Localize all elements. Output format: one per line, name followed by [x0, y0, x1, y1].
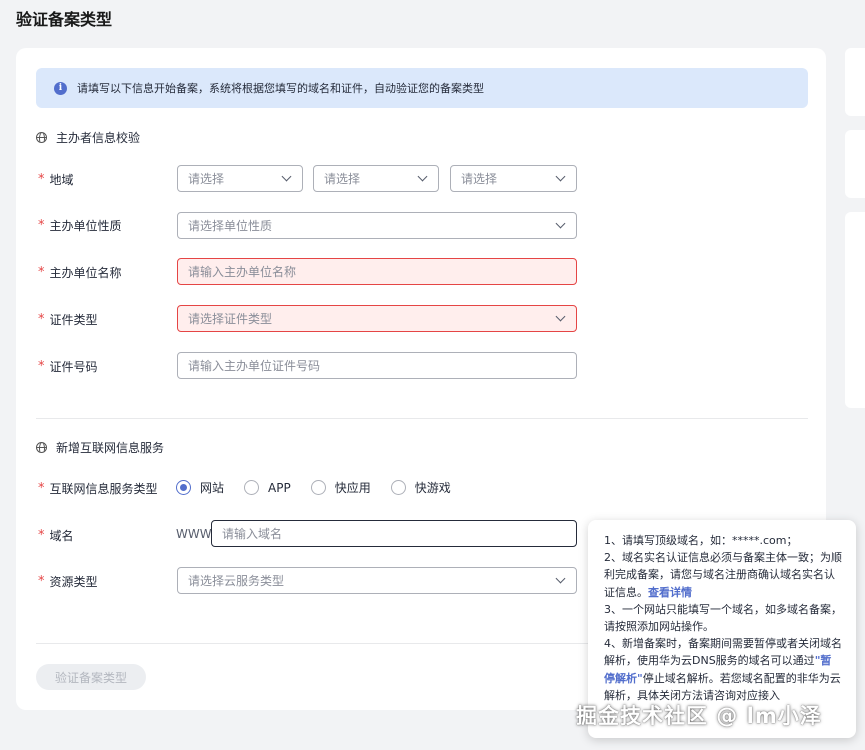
resource-type-select[interactable]: 请选择云服务类型 [177, 567, 577, 594]
view-details-link[interactable]: 查看详情 [648, 586, 692, 599]
label-cert-type: * 证件类型 [38, 311, 98, 328]
required-mark: * [38, 481, 45, 496]
chevron-down-icon [555, 218, 566, 229]
label-text: 地域 [49, 173, 74, 187]
tooltip-line: 1、请填写顶级域名，如：*****.com； [604, 534, 798, 547]
chevron-down-icon [417, 171, 428, 182]
globe-icon [36, 132, 47, 143]
tooltip-text: 4、新增备案时，备案期间需要暂停或者关闭域名解析，使用华为云DNS服务的域名可以… [604, 637, 842, 668]
section-divider [36, 418, 808, 419]
chevron-down-icon [281, 171, 292, 182]
globe-icon [36, 442, 47, 453]
radio-unchecked-icon [310, 480, 326, 495]
label-text: 证件类型 [49, 313, 98, 327]
chevron-down-icon [555, 171, 566, 182]
region-district-select[interactable]: 请选择 [450, 165, 577, 192]
radio-label: 快应用 [334, 481, 371, 495]
unit-nature-select[interactable]: 请选择单位性质 [177, 212, 577, 239]
required-mark: * [38, 574, 45, 589]
label-resource-type: * 资源类型 [38, 573, 98, 590]
label-text: 主办单位性质 [49, 219, 122, 233]
label-region: * 地域 [38, 171, 74, 188]
page-title: 验证备案类型 [16, 10, 113, 29]
label-unit-nature: * 主办单位性质 [38, 217, 122, 234]
input-placeholder: 请输入主办单位名称 [188, 265, 297, 279]
select-placeholder: 请选择证件类型 [188, 312, 273, 326]
section-title-sponsor: 主办者信息校验 [36, 129, 140, 146]
select-value: 请选择 [461, 172, 498, 186]
radio-label: APP [268, 480, 291, 495]
required-mark: * [38, 265, 45, 280]
cert-number-input[interactable]: 请输入主办单位证件号码 [177, 352, 577, 379]
label-text: 证件号码 [49, 360, 98, 374]
label-unit-name: * 主办单位名称 [38, 264, 122, 281]
info-notice: i 请填写以下信息开始备案，系统将根据您填写的域名和证件，自动验证您的备案类型 [36, 68, 808, 108]
required-mark: * [38, 359, 45, 374]
radio-label: 快游戏 [414, 481, 451, 495]
cert-type-select[interactable]: 请选择证件类型 [177, 305, 577, 332]
region-city-select[interactable]: 请选择 [313, 165, 439, 192]
verify-filing-type-button[interactable]: 验证备案类型 [36, 664, 146, 690]
input-placeholder: 请输入域名 [222, 527, 283, 541]
radio-checked-icon [176, 480, 191, 495]
section-title-text: 新增互联网信息服务 [56, 441, 165, 455]
radio-website[interactable]: 网站 [176, 479, 224, 496]
section-title-text: 主办者信息校验 [56, 131, 141, 145]
required-mark: * [38, 528, 45, 543]
select-placeholder: 请选择云服务类型 [188, 574, 285, 588]
tooltip-line: 3、一个网站只能填写一个域名，如多域名备案，请按照添加网站操作。 [604, 602, 842, 634]
section-title-service: 新增互联网信息服务 [36, 439, 164, 456]
radio-app[interactable]: APP [244, 480, 291, 495]
right-panel-card-1 [845, 48, 865, 116]
right-panel-card-3 [845, 212, 865, 408]
select-placeholder: 请选择单位性质 [188, 219, 273, 233]
required-mark: * [38, 172, 45, 187]
notice-text: 请填写以下信息开始备案，系统将根据您填写的域名和证件，自动验证您的备案类型 [77, 82, 484, 95]
select-value: 请选择 [188, 172, 225, 186]
region-province-select[interactable]: 请选择 [177, 165, 303, 192]
domain-prefix: WWW [176, 527, 212, 541]
label-text: 域名 [49, 529, 74, 543]
label-text: 主办单位名称 [49, 266, 122, 280]
label-domain: * 域名 [38, 527, 74, 544]
service-type-radio-group: 网站 APP 快应用 快游戏 [176, 479, 471, 496]
domain-input[interactable]: 请输入域名 [211, 520, 577, 547]
select-value: 请选择 [324, 172, 361, 186]
tooltip-line: 4、新增备案时，备案期间需要暂停或者关闭域名解析，使用华为云DNS服务的域名可以… [604, 635, 842, 704]
radio-label: 网站 [200, 481, 225, 495]
tooltip-line: 2、域名实名认证信息必须与备案主体一致；为顺利完成备案，请您与域名注册商确认域名… [604, 549, 842, 601]
required-mark: * [38, 218, 45, 233]
right-panel-card-2 [845, 130, 865, 198]
radio-quick-app[interactable]: 快应用 [310, 479, 371, 496]
unit-name-input[interactable]: 请输入主办单位名称 [177, 258, 577, 285]
radio-unchecked-icon [244, 480, 260, 495]
chevron-down-icon [555, 311, 566, 322]
label-text: 资源类型 [49, 575, 98, 589]
label-service-type: * 互联网信息服务类型 [38, 480, 158, 497]
radio-quick-game[interactable]: 快游戏 [390, 479, 451, 496]
tooltip-text: 2、域名实名认证信息必须与备案主体一致；为顺利完成备案，请您与域名注册商确认域名… [604, 551, 842, 599]
label-text: 互联网信息服务类型 [49, 482, 158, 496]
watermark: 掘金技术社区 @ lm小泽 [576, 704, 822, 728]
label-cert-number: * 证件号码 [38, 358, 98, 375]
required-mark: * [38, 312, 45, 327]
input-placeholder: 请输入主办单位证件号码 [188, 359, 321, 373]
chevron-down-icon [555, 573, 566, 584]
info-icon: i [54, 81, 67, 95]
radio-unchecked-icon [390, 480, 406, 495]
